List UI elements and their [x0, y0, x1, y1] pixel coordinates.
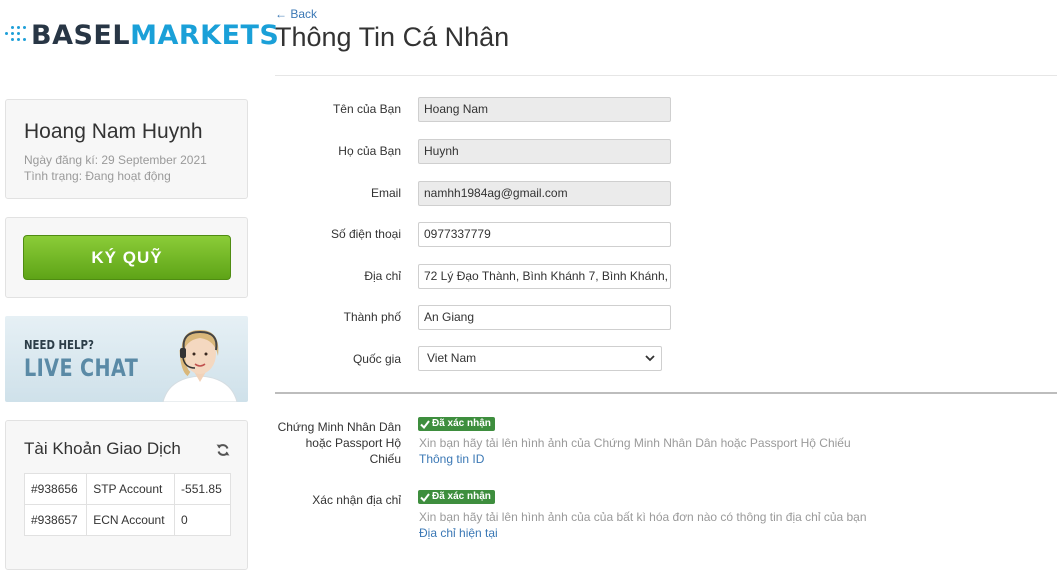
section-divider [275, 392, 1057, 394]
first-name-label: Tên của Bạn [332, 102, 401, 116]
chevron-down-icon [645, 355, 655, 362]
account-balance: 0 [174, 504, 231, 536]
back-link[interactable]: ← Back [275, 7, 317, 21]
account-id: #938657 [23, 504, 88, 536]
email-field[interactable]: namhh1984ag@gmail.com [418, 181, 671, 206]
brand-logo[interactable]: BASELMARKETS [5, 18, 279, 62]
profile-card: Hoang Nam Huynh Ngày đăng kí: 29 Septemb… [5, 99, 248, 199]
address-verified-badge: Đã xác nhận [418, 490, 495, 504]
city-field[interactable]: An Giang [418, 305, 671, 330]
first-name-field[interactable]: Hoang Nam [418, 97, 671, 122]
phone-field[interactable]: 0977337779 [418, 222, 671, 247]
country-selected-value: Viet Nam [427, 351, 477, 365]
header-divider [275, 75, 1057, 76]
trading-accounts-title: Tài Khoản Giao Dịch [24, 439, 181, 458]
live-chat-text: LIVE CHAT [24, 354, 139, 382]
deposit-button[interactable]: KÝ QUỸ [23, 235, 231, 280]
live-chat-banner[interactable]: NEED HELP? LIVE CHAT [5, 316, 248, 402]
account-type: ECN Account [86, 504, 176, 536]
id-info-link[interactable]: Thông tin ID [419, 452, 484, 466]
city-label: Thành phố [343, 310, 401, 324]
table-row[interactable]: #938656 STP Account -551.85 [23, 473, 231, 505]
id-verification-label: Chứng Minh Nhân Dân hoặc Passport Hộ Chi… [277, 420, 401, 466]
page-title: Thông Tin Cá Nhân [275, 22, 510, 52]
account-type: STP Account [86, 473, 176, 505]
country-label: Quốc gia [352, 352, 401, 366]
email-label: Email [370, 186, 401, 200]
table-row[interactable]: #938657 ECN Account 0 [23, 504, 231, 536]
id-upload-hint: Xin bạn hãy tải lên hình ảnh của Chứng M… [419, 436, 851, 450]
accounts-table: #938656 STP Account -551.85 #938657 ECN … [23, 473, 231, 536]
account-status: Tình trạng: Đang hoạt động [24, 169, 171, 183]
deposit-card: KÝ QUỸ [5, 217, 248, 298]
account-id: #938656 [23, 473, 88, 505]
account-balance: -551.85 [174, 473, 231, 505]
address-field[interactable]: 72 Lý Đạo Thành, Bình Khánh 7, Bình Khán… [418, 264, 671, 289]
support-agent-icon [162, 330, 238, 402]
phone-label: Số điện thoại [330, 227, 401, 241]
trading-accounts-card: Tài Khoản Giao Dịch #938656 STP Account … [5, 420, 248, 570]
current-address-link[interactable]: Địa chỉ hiện tại [419, 526, 498, 540]
refresh-icon[interactable] [216, 443, 230, 457]
need-help-text: NEED HELP? [24, 338, 94, 352]
country-select[interactable]: Viet Nam [418, 346, 662, 371]
address-verification-label: Xác nhận địa chỉ [312, 493, 401, 507]
address-upload-hint: Xin bạn hãy tải lên hình ảnh của của bất… [419, 510, 867, 524]
last-name-field[interactable]: Huynh [418, 139, 671, 164]
last-name-label: Họ của Bạn [338, 144, 401, 158]
address-label: Địa chỉ [364, 269, 401, 283]
logo-wordmark: BASELMARKETS [31, 20, 280, 51]
check-icon [420, 492, 430, 502]
id-verified-badge: Đã xác nhận [418, 417, 495, 431]
profile-name: Hoang Nam Huynh [24, 120, 203, 143]
registration-date: Ngày đăng kí: 29 September 2021 [24, 153, 207, 167]
check-icon [420, 419, 430, 429]
